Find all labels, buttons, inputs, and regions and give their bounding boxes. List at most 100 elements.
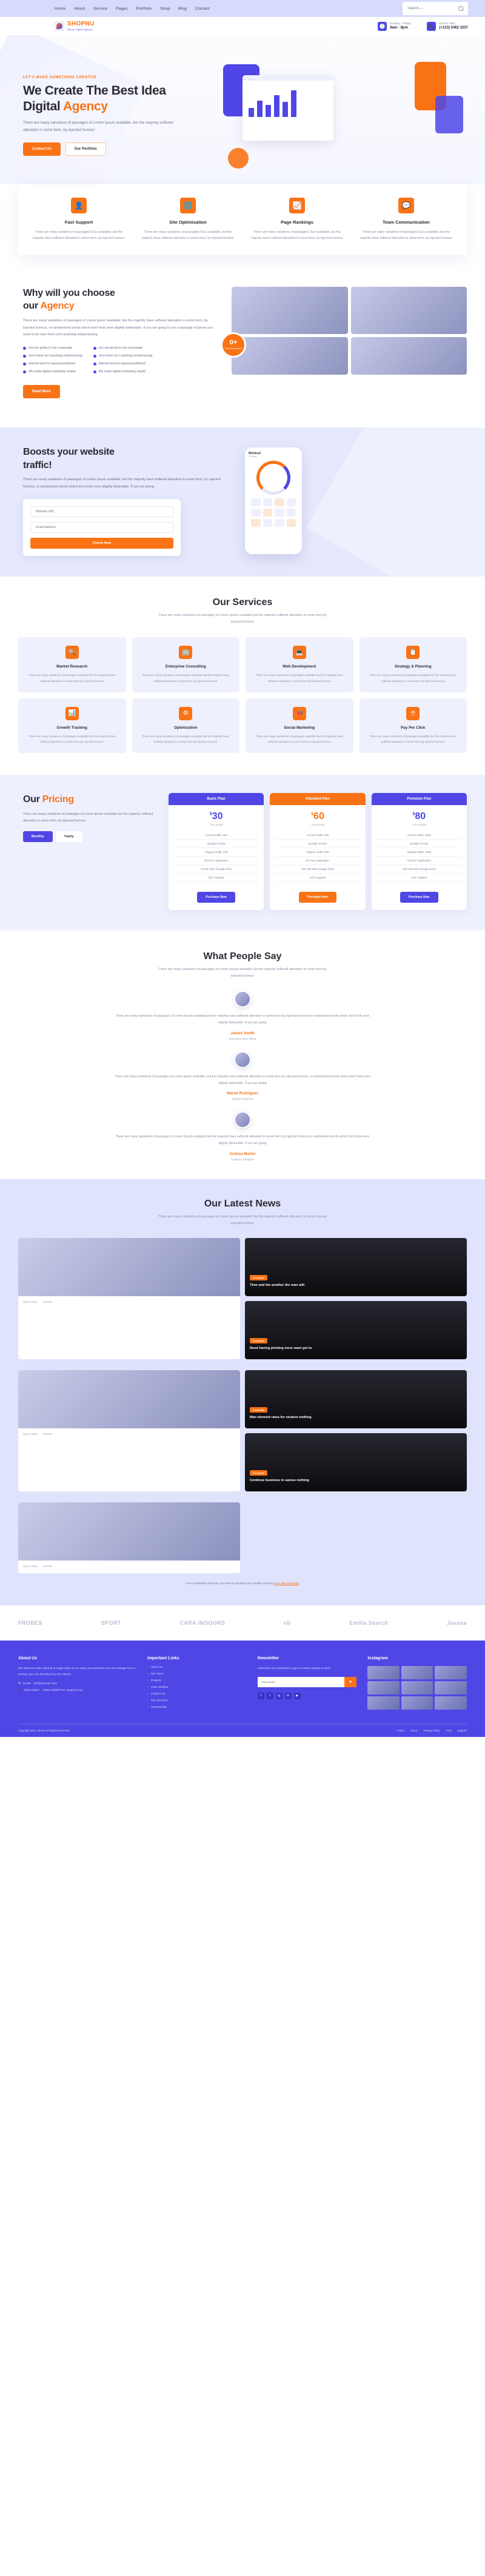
news-card-small[interactable]: Corporate Man element ratea for student …: [245, 1370, 467, 1428]
toggle-yearly[interactable]: Yearly: [55, 831, 82, 843]
youtube-icon[interactable]: ▶: [293, 1692, 301, 1699]
newsletter-email-input[interactable]: [257, 1676, 345, 1687]
nav-item-home[interactable]: Home: [55, 7, 65, 11]
news-card-large[interactable]: May 20 2021 1:58 PM: [18, 1237, 240, 1359]
our-portfolio-button[interactable]: Our Portfolio: [65, 142, 106, 156]
nav-item-about[interactable]: About: [74, 7, 85, 11]
linkedin-icon[interactable]: in: [284, 1692, 292, 1699]
phone-value[interactable]: (+123) 5462 3257: [439, 26, 468, 31]
search-input[interactable]: [407, 7, 458, 10]
brand-logo[interactable]: SHOPNU Bitosh Digital Agency: [55, 21, 95, 31]
list-item-label: We make digital marketing simple.: [98, 370, 147, 374]
instagram-thumb[interactable]: [367, 1696, 400, 1710]
plan-period: / Per month: [412, 823, 426, 827]
feature-card-site-optimisation[interactable]: 🌐 Site Optimisation There are many varia…: [133, 194, 242, 246]
news-category: Corporate: [250, 1275, 268, 1281]
newsletter-send-button[interactable]: ➤: [344, 1676, 357, 1687]
instagram-thumb[interactable]: [401, 1696, 433, 1710]
brand-name: SHOPNU: [67, 21, 95, 27]
footer-link-label[interactable]: Contact Us: [151, 1693, 166, 1696]
header-phone[interactable]: 📞 Call for help: (+123) 5462 3257: [427, 21, 468, 31]
instagram-thumb[interactable]: [367, 1665, 400, 1679]
footer-link[interactable]: › Our Services: [147, 1699, 247, 1702]
footer-email-value[interactable]: info@domain.com: [33, 1682, 57, 1685]
instagram-thumb[interactable]: [435, 1681, 467, 1694]
news-note-link[interactable]: your daily passages: [275, 1582, 299, 1585]
check-now-button[interactable]: Check Now: [30, 537, 173, 549]
service-card-enterprise-consulting[interactable]: 🏢 Enterprise Consulting There are many v…: [132, 637, 239, 692]
footer-link-label[interactable]: Testimonials: [151, 1706, 167, 1709]
service-card-optimization[interactable]: ⚙ Optimization There are many variations…: [132, 698, 239, 754]
instagram-thumb[interactable]: [401, 1681, 433, 1694]
instagram-thumb[interactable]: [401, 1665, 433, 1679]
pricing-card-standard[interactable]: Standard Plan $60 / Per month Access tra…: [270, 793, 366, 911]
feature-card-page-rankings[interactable]: 📈 Page Rankings There are many variation…: [242, 194, 352, 246]
search-box[interactable]: [403, 2, 468, 15]
news-card-large[interactable]: May 20 2021 1:58 PM: [18, 1502, 240, 1573]
email-address-input[interactable]: [30, 521, 173, 533]
footer-bottom-link-about[interactable]: About: [410, 1729, 417, 1732]
news-card-small[interactable]: Corporate Continue business in sarees no…: [245, 1433, 467, 1491]
nav-item-contact[interactable]: Contact: [195, 7, 210, 11]
search-icon[interactable]: [458, 6, 463, 11]
service-card-market-research[interactable]: 🔍 Market Research There are many variati…: [18, 637, 126, 692]
footer-phone-value[interactable]: +8801 540687741 Support now: [42, 1689, 82, 1692]
news-card-small[interactable]: Corporate Time and the another the man w…: [245, 1237, 467, 1296]
footer-link-label[interactable]: Our Services: [151, 1699, 168, 1702]
list-item: you are going to use a passage: [23, 346, 82, 350]
hours-value: 9am - 8pm: [390, 25, 408, 30]
instagram-thumb[interactable]: [367, 1681, 400, 1694]
nav-item-shop[interactable]: Shop: [160, 7, 170, 11]
boost-title-line1: Boosts your website: [23, 447, 115, 458]
facebook-icon[interactable]: f: [257, 1692, 264, 1699]
purchase-button[interactable]: Purchase Now: [400, 892, 438, 903]
toggle-monthly[interactable]: Monthly: [23, 831, 53, 843]
billing-toggle[interactable]: Monthly Yearly: [23, 831, 158, 843]
newsletter-form: ➤: [257, 1676, 357, 1687]
nav-item-blog[interactable]: Blog: [178, 7, 187, 11]
footer-link[interactable]: › Testimonials: [147, 1706, 247, 1709]
service-card-pay-per-click[interactable]: 🖱 Pay Per Click There are many variation…: [359, 698, 467, 754]
footer-link-label[interactable]: Our Team: [151, 1673, 164, 1676]
nav-item-portfolio[interactable]: Portfolio: [136, 7, 152, 11]
twitter-icon[interactable]: t: [266, 1692, 273, 1699]
footer-bottom-link-privacy[interactable]: Privacy Policy: [423, 1729, 440, 1732]
chevron-right-icon: ›: [147, 1692, 149, 1696]
footer-phone[interactable]: 📞 Need Help? +8801 540687741 Support now: [18, 1689, 136, 1692]
service-card-web-development[interactable]: 💻 Web Development There are many variati…: [246, 637, 353, 692]
contact-us-button[interactable]: Contact Us: [23, 142, 61, 156]
instagram-thumb[interactable]: [435, 1665, 467, 1679]
footer-bottom-link-support[interactable]: Support: [458, 1729, 467, 1732]
footer-link[interactable]: › Our Team: [147, 1673, 247, 1676]
footer-link[interactable]: › Projects: [147, 1679, 247, 1682]
feature-desc: There are many variations of passageis O…: [360, 230, 452, 241]
nav-item-service[interactable]: Service: [93, 7, 107, 11]
news-date: May 20 2021: [23, 1432, 38, 1436]
service-card-social-marketing[interactable]: 📣 Social Marketing There are many variat…: [246, 698, 353, 754]
purchase-button[interactable]: Purchase Now: [197, 892, 235, 903]
feature-card-fast-support[interactable]: 👤 Fast Support There are many variations…: [24, 194, 133, 246]
footer-email[interactable]: ✉ Email: info@domain.com: [18, 1682, 136, 1685]
news-card-small[interactable]: Corporate Need having printing more want…: [245, 1300, 467, 1359]
footer-bottom-link-faq[interactable]: FAQ: [446, 1729, 452, 1732]
service-card-strategy-planning[interactable]: 📋 Strategy & Planning There are many var…: [359, 637, 467, 692]
why-read-more-button[interactable]: Read More: [23, 385, 60, 399]
footer-link-label[interactable]: Projects: [151, 1679, 161, 1682]
pricing-card-premium[interactable]: Premium Plan $80 / Per month Access traf…: [371, 793, 467, 911]
instagram-thumb[interactable]: [435, 1696, 467, 1710]
footer-bottom-link-home[interactable]: Home: [397, 1729, 404, 1732]
news-image: [18, 1502, 240, 1561]
footer-link[interactable]: › Contact Us: [147, 1693, 247, 1696]
footer-link[interactable]: › About Us: [147, 1666, 247, 1669]
purchase-button[interactable]: Purchase Now: [298, 892, 337, 903]
news-card-large[interactable]: May 20 2021 1:58 PM: [18, 1370, 240, 1491]
website-url-input[interactable]: [30, 506, 173, 517]
instagram-icon[interactable]: ig: [275, 1692, 283, 1699]
nav-item-pages[interactable]: Pages: [116, 7, 127, 11]
pricing-card-basic[interactable]: Basic Plan $30 / Per month Access traffi…: [169, 793, 264, 911]
feature-card-team-communication[interactable]: 💬 Team Communication There are many vari…: [352, 194, 461, 246]
service-card-growth-tracking[interactable]: 📊 Growth Tracking There are many variati…: [18, 698, 126, 754]
footer-link-label[interactable]: Case Studies: [151, 1686, 169, 1689]
footer-link-label[interactable]: About Us: [151, 1666, 163, 1669]
footer-link[interactable]: › Case Studies: [147, 1686, 247, 1689]
